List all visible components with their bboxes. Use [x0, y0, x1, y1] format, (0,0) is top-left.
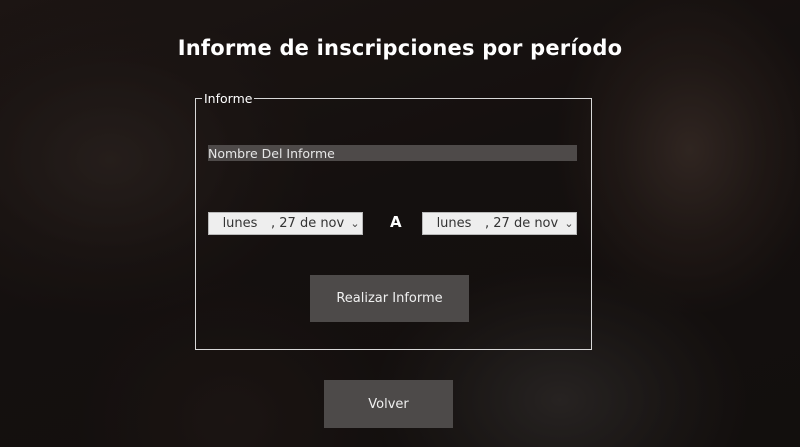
date-to-day: lunes: [436, 216, 472, 231]
page-title: Informe de inscripciones por período: [177, 36, 623, 60]
date-from-picker[interactable]: lunes , 27 de nov ⌄: [208, 212, 363, 235]
date-to-picker[interactable]: lunes , 27 de nov ⌄: [422, 212, 577, 235]
back-button[interactable]: Volver: [324, 380, 453, 428]
date-from-date: , 27 de nov: [271, 216, 345, 231]
report-name-input[interactable]: [208, 145, 577, 161]
date-to-date: , 27 de nov: [485, 216, 559, 231]
chevron-down-icon: ⌄: [564, 217, 574, 230]
panel-legend: Informe: [204, 91, 253, 106]
chevron-down-icon: ⌄: [350, 217, 360, 230]
generate-report-button[interactable]: Realizar Informe: [310, 275, 469, 322]
date-range-separator: A: [390, 213, 402, 231]
date-from-day: lunes: [222, 216, 258, 231]
